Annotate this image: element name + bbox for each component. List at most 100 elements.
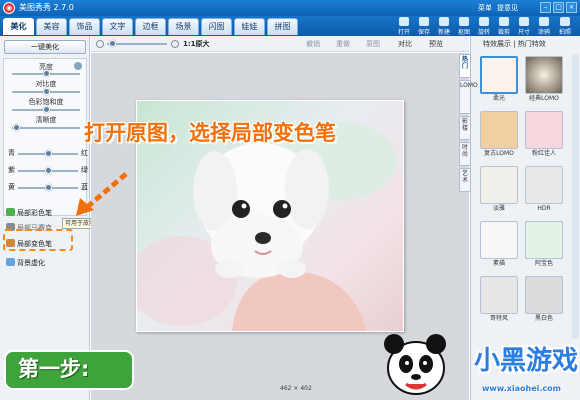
redo-button[interactable]: 重做	[336, 38, 350, 50]
instruction-text: 打开原图，选择局部变色笔	[84, 121, 336, 145]
site-logo: 小黑游戏 www.xiaohei.com	[460, 340, 580, 400]
effect-label: 复古LOMO	[484, 150, 514, 157]
color-pen-tool[interactable]: 局部彩色笔	[6, 208, 52, 218]
effect-thumbnail	[525, 111, 563, 149]
effect-label: 粉红佳人	[531, 150, 556, 157]
folder-icon	[399, 17, 409, 26]
effect-gothic[interactable]: 哥特风	[480, 276, 518, 323]
effect-classic-lomo[interactable]: 经典LOMO	[525, 56, 563, 103]
effects-scrollbar[interactable]	[572, 54, 579, 339]
effect-thumbnail	[525, 166, 563, 204]
open-label: 打开	[397, 29, 410, 36]
save-label: 保存	[417, 29, 430, 36]
effect-label: 阿宝色	[534, 260, 553, 267]
effect-thumbnail	[525, 221, 563, 259]
doodle-button[interactable]: 涂鸦	[534, 17, 554, 36]
open-button[interactable]: 打开	[394, 17, 414, 36]
preview-button[interactable]: 预览	[429, 38, 443, 50]
arrow-icon	[76, 172, 128, 216]
cyan-red-slider[interactable]	[44, 150, 52, 157]
highlight-box	[3, 229, 73, 251]
effect-label: HDR	[537, 205, 551, 212]
cyan-label: 青	[8, 149, 15, 157]
save-button[interactable]: 保存	[414, 17, 434, 36]
doodle-label: 涂鸦	[537, 29, 550, 36]
effect-thumbnail	[525, 276, 563, 314]
zoom-in-icon[interactable]	[171, 40, 179, 48]
zoom-track[interactable]	[107, 43, 167, 45]
original-button[interactable]: 原图	[366, 38, 380, 50]
camera-button[interactable]: 拍照	[555, 17, 575, 36]
tab-beautify[interactable]: 美化	[3, 18, 34, 35]
effect-thumbnail	[480, 276, 518, 314]
purple-green-slider[interactable]	[44, 167, 52, 174]
resize-button[interactable]: 尺寸	[514, 17, 534, 36]
image-size-readout: 462 × 402	[280, 385, 312, 392]
effect-elegant[interactable]: 淡雅	[480, 166, 518, 213]
new-button[interactable]: 新建	[434, 17, 454, 36]
size-separator: ×	[293, 385, 299, 392]
minimize-button[interactable]: –	[540, 2, 551, 13]
tab-decorations[interactable]: 饰品	[69, 18, 100, 35]
close-button[interactable]: ×	[566, 2, 577, 13]
zoom-slider[interactable]	[109, 40, 116, 47]
red-label: 红	[81, 149, 88, 157]
effect-pink-lady[interactable]: 粉红佳人	[525, 111, 563, 158]
zoom-out-icon[interactable]	[96, 40, 104, 48]
effect-label: 素描	[492, 260, 505, 267]
brightness-slider[interactable]	[42, 70, 50, 77]
title-bar: ◉ 美图秀秀 2.7.0 菜单 提意见 – □ ×	[0, 0, 580, 16]
vtab-art[interactable]: 艺术	[459, 168, 471, 192]
vtab-studio[interactable]: 影楼	[459, 116, 471, 140]
reset-icon[interactable]	[74, 62, 82, 70]
effect-sketch[interactable]: 素描	[480, 221, 518, 268]
maximize-button[interactable]: □	[553, 2, 564, 13]
color-pen-icon	[6, 208, 15, 216]
crop-button[interactable]: 裁剪	[494, 17, 514, 36]
effect-label: 经典LOMO	[529, 95, 559, 102]
undo-button[interactable]: 撤销	[306, 38, 320, 50]
tab-flash[interactable]: 闪图	[201, 18, 232, 35]
vtab-lomo[interactable]: LOMO	[459, 80, 478, 114]
tab-text[interactable]: 文字	[102, 18, 133, 35]
zoom-actual-size[interactable]: 1:1原大	[183, 38, 210, 50]
camera-icon	[560, 17, 570, 26]
logo-text: 小黑游戏	[474, 346, 579, 376]
vtab-hot[interactable]: 热门	[459, 54, 471, 78]
menu-link[interactable]: 菜单	[478, 2, 492, 14]
yellow-blue-slider[interactable]	[44, 184, 52, 191]
vtab-fashion[interactable]: 时尚	[459, 142, 471, 166]
app-title: 美图秀秀 2.7.0	[19, 3, 74, 12]
sharpness-track[interactable]	[12, 127, 80, 129]
effect-soft-light[interactable]: 柔光	[480, 56, 518, 103]
tab-dolls[interactable]: 娃娃	[234, 18, 265, 35]
blur-label: 背景虚化	[17, 259, 45, 267]
step-badge: 第一步:	[4, 350, 134, 390]
compare-button[interactable]: 对比	[398, 38, 412, 50]
effect-retro-lomo[interactable]: 复古LOMO	[480, 111, 518, 158]
effect-thumbnail	[525, 56, 563, 94]
tab-frames[interactable]: 边框	[135, 18, 166, 35]
effect-hdr[interactable]: HDR	[525, 166, 563, 213]
effect-black-white[interactable]: 黑白色	[525, 276, 563, 323]
cutout-icon	[459, 17, 469, 26]
tab-beauty[interactable]: 美容	[36, 18, 67, 35]
effect-label: 哥特风	[489, 315, 508, 322]
effect-thumbnail	[480, 221, 518, 259]
image-height: 402	[300, 385, 312, 392]
rotate-label: 旋转	[477, 29, 490, 36]
effect-abao[interactable]: 阿宝色	[525, 221, 563, 268]
cutout-button[interactable]: 抠图	[454, 17, 474, 36]
tab-collage[interactable]: 拼图	[267, 18, 298, 35]
rotate-button[interactable]: 旋转	[474, 17, 494, 36]
tab-scenes[interactable]: 场景	[168, 18, 199, 35]
sharpness-slider[interactable]	[12, 124, 20, 131]
blur-icon	[6, 258, 15, 266]
feedback-link[interactable]: 提意见	[497, 2, 518, 14]
rotate-icon	[479, 17, 489, 26]
contrast-slider[interactable]	[42, 88, 50, 95]
background-blur-tool[interactable]: 背景虚化	[6, 258, 45, 268]
one-key-beautify-button[interactable]: 一键美化	[4, 40, 86, 54]
save-icon	[419, 17, 429, 26]
saturation-slider[interactable]	[42, 106, 50, 113]
